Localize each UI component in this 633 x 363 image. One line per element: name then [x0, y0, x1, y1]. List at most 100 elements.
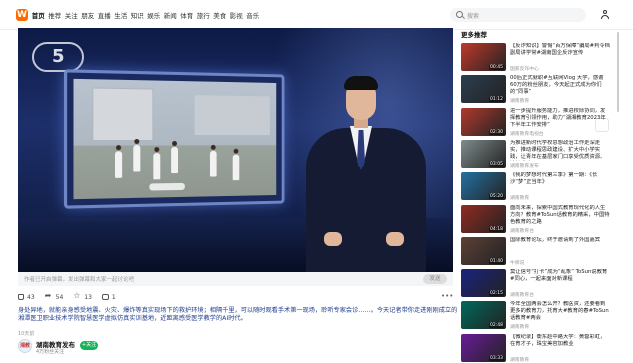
nav-item-life[interactable]: 生活 [113, 10, 130, 20]
recommend-item[interactable]: 00:45 【反诈知识】警惕“百万保障”骗局#判令档副局讲学常#湖南国企反诈宣传国… [461, 43, 611, 75]
scene-person [133, 145, 141, 172]
author-card: 湘教 湖南教育发布 4万粉丝关注 +关注 [18, 337, 218, 359]
recommend-title[interactable]: 【反诈知识】警惕“百万保障”骗局#判令档副局讲学常#湖南国企反诈宣传 [510, 43, 610, 57]
recommend-thumbnail[interactable]: 04:18 [461, 204, 506, 233]
recommend-title[interactable]: 《我的梦想时代第三季》第一期：《长沙“梦”正当年》 [510, 172, 610, 186]
recommend-duration: 01:12 [489, 97, 504, 103]
recommend-source: 湖南教育 [510, 325, 530, 331]
recommend-title[interactable]: 【微纪录】衡东赵中路大学：黄蓉彩虹，在育才子，珠宝美容加教业 [510, 334, 610, 348]
nav-item-follow[interactable]: 关注 [63, 10, 80, 20]
favorite-button[interactable]: 13 [73, 291, 92, 301]
search-icon [456, 11, 463, 18]
like-count: 43 [27, 293, 35, 301]
recommend-thumbnail[interactable]: 03:05 [461, 139, 506, 168]
news-anchor [306, 72, 426, 272]
avatar[interactable]: 湘教 [18, 339, 32, 353]
recommend-thumbnail[interactable]: 05:20 [461, 172, 506, 201]
recommend-thumbnail[interactable]: 02:30 [461, 107, 506, 136]
scene-building [92, 87, 154, 142]
site-logo[interactable]: W [16, 9, 28, 21]
sidebar-title: 更多推荐 [461, 31, 487, 39]
nav-item-film[interactable]: 影视 [228, 10, 245, 20]
sidebar-scrollbar[interactable] [617, 32, 619, 112]
danmu-input[interactable]: 作者已开启弹幕，发出弹幕和大家一起讨论吧 发送 [18, 272, 453, 286]
recommend-item[interactable]: 04:18 面向未来，探索中国式教育现代化的人生方向？教育#ToSun话教育的精采… [461, 204, 611, 237]
recommend-duration: 03:05 [489, 161, 504, 167]
recommend-title[interactable]: 今年全国两会怎么开？教医资，还要看到更多的教育力，托育大#教育的春#ToSun话… [510, 301, 610, 322]
recommend-item[interactable]: 05:20 《我的梦想时代第三季》第一期：《长沙“梦”正当年》 湖南教育 [461, 172, 611, 204]
share-count: 54 [55, 293, 64, 301]
like-button[interactable]: 43 [18, 294, 35, 301]
nav-item-travel[interactable]: 旅行 [195, 10, 212, 20]
recommend-thumbnail[interactable]: 03:33 [461, 333, 506, 362]
recommend-source: 湖南教育 [510, 357, 530, 363]
nav-item-home[interactable]: 首页 [30, 10, 47, 20]
recommend-thumbnail[interactable]: 00:45 [461, 43, 506, 71]
share-button[interactable]: 54 [45, 291, 64, 301]
recommend-item[interactable]: 02:48 今年全国两会怎么开？教医资，还要看到更多的教育力，托育大#教育的春#T… [461, 301, 611, 333]
recommend-duration: 02:15 [489, 291, 504, 297]
scene-person [153, 153, 161, 180]
screen-scene [73, 78, 277, 200]
recommend-item[interactable]: 03:33 【微纪录】衡东赵中路大学：黄蓉彩虹，在育才子，珠宝美容加教业湖南教育 [461, 333, 611, 363]
author-fans: 4万粉丝关注 [36, 349, 65, 355]
video-player[interactable]: 5 [18, 28, 453, 272]
recommend-duration: 01:40 [489, 258, 504, 264]
danmu-send-button[interactable]: 发送 [423, 274, 447, 284]
recommend-source: 牛牌说 [510, 260, 525, 266]
nav-item-knowledge[interactable]: 知识 [129, 10, 146, 20]
video-actions: 43 54 13 1 [18, 291, 116, 301]
recommend-thumbnail[interactable]: 02:15 [461, 269, 506, 298]
star-icon [73, 291, 81, 301]
comment-button[interactable]: 1 [101, 293, 116, 301]
recommend-source: 国家反诈中心 [510, 67, 539, 72]
channel-logo: 5 [32, 42, 84, 72]
nav-item-food[interactable]: 美食 [212, 10, 229, 20]
recommend-item[interactable]: 01:12 00后正式就职#互联网Vlog 大学，感谢60万的粉丝朋友，今天起正式… [461, 75, 611, 107]
recommend-title[interactable]: 莫让信号“打卡”成为“乱象” ToSun说教育#同心，一起来面对新课程 [510, 269, 610, 283]
thumb-up-icon [18, 294, 24, 300]
more-icon[interactable]: ••• [441, 292, 453, 300]
nav-item-sports[interactable]: 体育 [179, 10, 196, 20]
recommend-duration: 04:18 [489, 226, 504, 232]
comment-icon [101, 294, 109, 300]
recommend-title[interactable]: 进一步提升服务能力，推进校际协同，发挥教育引领作用，助力“湖湘教育2023年下半… [510, 108, 610, 129]
recommend-duration: 03:33 [489, 355, 504, 361]
scene-person [114, 151, 123, 178]
nav-item-friends[interactable]: 朋友 [80, 10, 97, 20]
search-input[interactable]: 搜索 [450, 8, 586, 22]
nav-item-music[interactable]: 音乐 [245, 10, 262, 20]
recommend-thumbnail[interactable]: 02:48 [461, 301, 506, 330]
scene-building [194, 95, 270, 136]
video-description: 身处异地，就能亲身感受地震、火灾、爆炸等真实现场下的救护环境；相隔千里，可以随时… [18, 307, 458, 323]
nav-menu: 首页 推荐 关注 朋友 直播 生活 知识 娱乐 新闻 体育 旅行 美食 影视 音… [30, 10, 261, 20]
share-icon [45, 291, 53, 301]
recommend-source: 湖南教育 [510, 99, 530, 105]
recommend-title[interactable]: 为推进新时代学校思想政治工作走深走实，推动课程思政建设、扩大中小学实践，让青年在… [510, 140, 610, 161]
recommend-duration: 02:48 [489, 323, 504, 329]
comment-count: 1 [111, 293, 116, 301]
follow-button[interactable]: +关注 [80, 341, 98, 350]
recommend-item[interactable]: 01:40 国际教育论坛，终于邀请到了外国嘉宾 牛牌说 [461, 236, 611, 269]
recommend-source: 湖南教育电视台 [510, 131, 544, 137]
top-nav-bar: W 首页 推荐 关注 朋友 直播 生活 知识 娱乐 新闻 体育 旅行 美食 影视… [0, 0, 633, 30]
recommend-title[interactable]: 国际教育论坛，终于邀请到了外国嘉宾 [510, 237, 610, 244]
recommend-thumbnail[interactable]: 01:40 [461, 236, 506, 265]
recommend-duration: 02:30 [489, 129, 504, 135]
user-icon[interactable] [601, 10, 609, 20]
search-placeholder: 搜索 [467, 13, 480, 20]
recommend-item[interactable]: 02:15 莫让信号“打卡”成为“乱象” ToSun说教育#同心，一起来面对新课程… [461, 269, 611, 301]
nav-item-news[interactable]: 新闻 [162, 10, 179, 20]
recommend-title[interactable]: 00后正式就职#互联网Vlog 大学，感谢60万的粉丝朋友，今天起正式成为你们的… [510, 75, 610, 96]
recommend-thumbnail[interactable]: 01:12 [461, 75, 506, 104]
scene-patient [149, 182, 185, 191]
scene-person [232, 154, 240, 181]
recommend-source: 湖南教育台 [510, 293, 534, 299]
recommend-source: 湖南教育发布 [510, 163, 539, 169]
nav-item-live[interactable]: 直播 [96, 10, 113, 20]
nav-item-entertainment[interactable]: 娱乐 [146, 10, 163, 20]
recommend-title[interactable]: 面向未来，探索中国式教育现代化的人生方向？教育#ToSun话教育的精采，中国特色… [510, 205, 610, 226]
nav-item-recommend[interactable]: 推荐 [47, 10, 64, 20]
recommend-item[interactable]: 03:05 为推进新时代学校思想政治工作走深走实，推动课程思政建设、扩大中小学实践… [461, 139, 611, 172]
recommend-item[interactable]: 02:30 进一步提升服务能力，推进校际协同，发挥教育引领作用，助力“湖湘教育20… [461, 107, 611, 140]
